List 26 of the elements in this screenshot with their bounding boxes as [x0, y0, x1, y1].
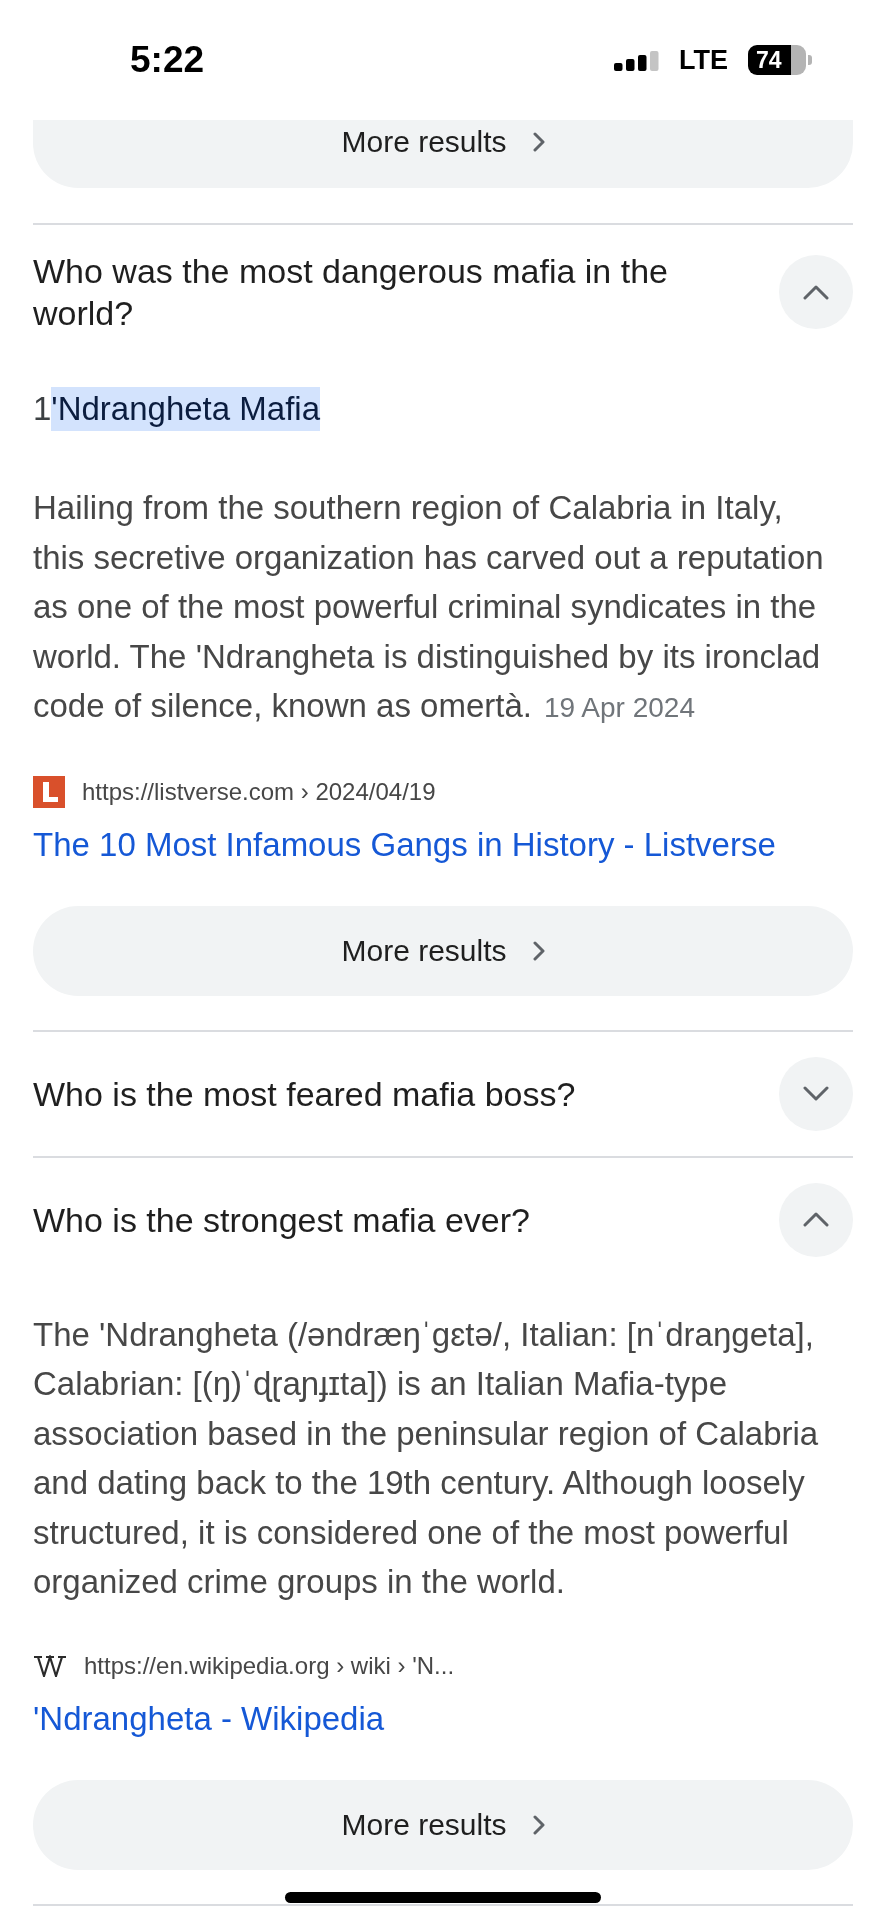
more-results-button[interactable]: More results	[33, 1779, 853, 1870]
selected-text: 'Ndrangheta Mafia	[51, 387, 320, 431]
chevron-right-icon	[532, 132, 545, 152]
site-logo-icon	[33, 1654, 67, 1677]
more-results-button[interactable]: More results	[33, 905, 853, 996]
heading-text: 1	[33, 389, 52, 429]
more-results-button[interactable]: More results	[33, 120, 853, 188]
chevron-right-icon	[532, 1814, 545, 1835]
chevron-down-icon	[803, 1086, 829, 1101]
chevron-up-icon	[803, 284, 829, 300]
question-text: Who was the most dangerous mafia in the world?	[33, 251, 669, 334]
status-time: 5:22	[130, 40, 205, 80]
answer-text: Hailing from the southern region of Calabria in Italy, this secretive organization has carved out a reputation as one of the most powerful criminal syndicates in the world. The 'Ndrangheta is distinguished by its ironclad code of silence, known as omertà. 19 Apr 2024	[33, 488, 825, 726]
answer-text: The 'Ndrangheta (/əndræŋˈgɛtə/, Italian: [nˈdraŋgeta], Calabrian: [(ŋ)ˈɖɽaɲɟɪta]) is an Italian Mafia-type association based in the peninsular region of Calabria and dating back to the 19th century. Although loosely structured, it is considered one of the most powerful organized crime groups in the world.	[33, 1314, 820, 1602]
network-label: LTE	[679, 45, 728, 75]
question-text: Who is the most feared mafia boss?	[33, 1073, 577, 1115]
result-title-link[interactable]: 'Ndrangheta - Wikipedia	[33, 1698, 385, 1739]
signal-icon	[614, 51, 659, 71]
chevron-right-icon	[532, 940, 545, 961]
question-text: Who is the strongest mafia ever?	[33, 1199, 531, 1241]
site-logo-icon	[33, 775, 65, 808]
chevron-up-icon	[803, 1212, 829, 1227]
result-title-link[interactable]: The 10 Most Infamous Gangs in History - Listverse	[33, 824, 776, 865]
source-url: https://en.wikipedia.org › wiki › 'N...	[84, 1650, 455, 1681]
source-url: https://listverse.com › 2024/04/19	[82, 776, 436, 807]
battery-indicator: 74	[748, 45, 812, 75]
